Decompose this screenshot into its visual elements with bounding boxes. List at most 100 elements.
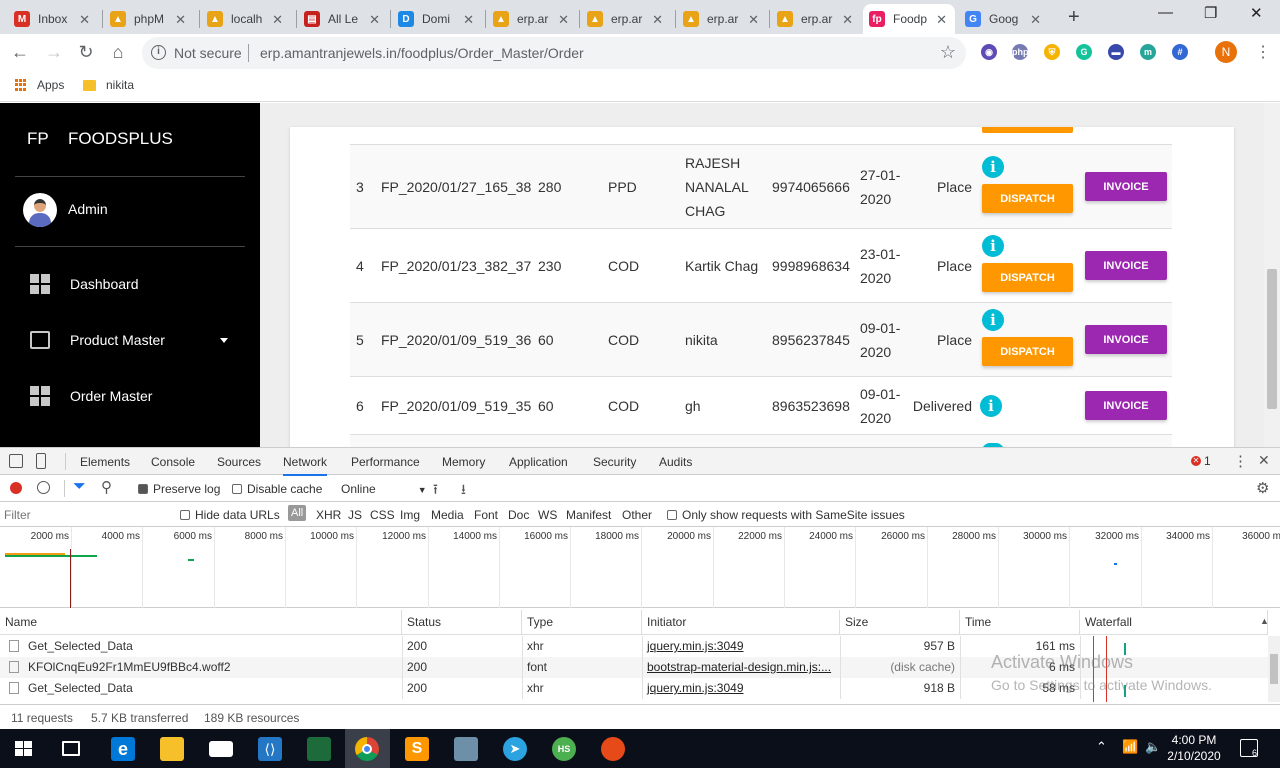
bookmark-apps[interactable]: Apps [15,78,64,92]
m-ext-icon[interactable]: m [1140,44,1156,60]
windows-start-icon[interactable] [15,741,32,757]
chrome-taskbar-active[interactable] [345,729,390,768]
close-tab-icon[interactable]: ✕ [463,12,474,28]
info-icon[interactable]: i [982,235,1004,257]
telegram-icon[interactable]: ➤ [503,737,527,761]
hide-data-urls-checkbox[interactable] [180,510,190,520]
tab-application[interactable]: Application [509,455,568,469]
error-count[interactable]: 1 [1204,454,1211,468]
hide-data-urls-toggle[interactable]: Hide data URLs [180,508,280,522]
reload-icon[interactable]: ↻ [76,42,96,63]
media-ext-icon[interactable]: ▬ [1108,44,1124,60]
notifications-icon[interactable]: 6 [1240,739,1258,758]
error-icon[interactable]: ✕ [1191,456,1201,466]
request-initiator[interactable]: jquery.min.js:3049 [642,678,835,699]
system-clock[interactable]: 4:00 PM 2/10/2020 [1164,732,1224,764]
volume-icon[interactable]: 🔈 [1145,739,1161,755]
column-header-type[interactable]: Type [522,610,642,635]
user-name[interactable]: Admin [68,201,108,217]
column-header-waterfall[interactable]: Waterfall [1080,610,1268,635]
tab-sources[interactable]: Sources [217,455,261,469]
close-tab-icon[interactable]: ✕ [842,12,853,28]
invoice-button[interactable]: INVOICE [1085,391,1167,420]
request-initiator[interactable]: bootstrap-material-design.min.js:... [642,657,835,678]
browser-tab[interactable]: ▲ erp.ar ✕ [581,4,671,34]
home-icon[interactable]: ⌂ [108,42,128,63]
logo-name[interactable]: FOODSPLUS [68,129,173,149]
site-info-icon[interactable]: i [151,45,166,60]
info-icon[interactable]: i [982,156,1004,178]
filter-icon[interactable]: ⏷ [73,478,86,496]
preserve-log-toggle[interactable]: Preserve log [138,482,220,496]
close-tab-icon[interactable]: ✕ [175,12,186,28]
dispatch-button-partial[interactable] [982,127,1073,133]
tab-performance[interactable]: Performance [351,455,420,469]
spreadsheet-icon[interactable] [307,737,331,761]
filter-type-js[interactable]: JS [348,508,362,522]
minimize-button[interactable]: — [1158,4,1173,21]
close-tab-icon[interactable]: ✕ [369,12,380,28]
close-tab-icon[interactable]: ✕ [558,12,569,28]
filter-type-css[interactable]: CSS [370,508,395,522]
filter-type-media[interactable]: Media [431,508,464,522]
scrollbar-thumb[interactable] [1267,269,1277,409]
invoice-button[interactable]: INVOICE [1085,172,1167,201]
profile-avatar[interactable]: N [1215,41,1237,63]
back-icon[interactable]: ← [10,42,30,63]
filter-type-xhr[interactable]: XHR [316,508,341,522]
filter-type-other[interactable]: Other [622,508,652,522]
filter-type-ws[interactable]: WS [538,508,557,522]
column-header-initiator[interactable]: Initiator [642,610,840,635]
browser-tab[interactable]: ▤ All Le ✕ [298,4,388,34]
task-view-icon[interactable] [62,741,80,756]
php-ext-icon[interactable]: php [1012,44,1029,60]
browser-tab[interactable]: ▲ erp.ar ✕ [771,4,861,34]
browser-tab[interactable]: ▲ phpM ✕ [104,4,194,34]
hotspot-icon[interactable]: HS [552,737,576,761]
bookmark-star-icon[interactable]: ☆ [940,42,956,63]
close-window-button[interactable]: ✕ [1250,4,1263,22]
samesite-checkbox[interactable] [667,510,677,520]
info-icon[interactable]: i [982,309,1004,331]
wifi-icon[interactable]: 📶 [1122,739,1138,755]
close-tab-icon[interactable]: ✕ [748,12,759,28]
browser-tab[interactable]: G Goog ✕ [959,4,1049,34]
disable-cache-toggle[interactable]: Disable cache [232,482,322,496]
invoice-button[interactable]: INVOICE [1085,251,1167,280]
edge-icon[interactable]: e [111,737,135,761]
dispatch-button[interactable]: DISPATCH [982,263,1073,292]
page-scrollbar[interactable] [1264,103,1280,447]
table-scrollbar[interactable] [1268,636,1280,702]
tab-elements[interactable]: Elements [80,455,130,469]
close-icon[interactable]: ✕ [1258,452,1270,469]
tab-console[interactable]: Console [151,455,195,469]
grammarly-ext-icon[interactable]: G [1076,44,1092,60]
browser-tab[interactable]: ▲ localh ✕ [201,4,291,34]
url-text[interactable]: erp.amantranjewels.in/foodplus/Order_Mas… [260,45,584,61]
browser-tab[interactable]: ▲ erp.ar ✕ [677,4,767,34]
request-initiator[interactable]: jquery.min.js:3049 [642,636,835,657]
close-tab-icon[interactable]: ✕ [652,12,663,28]
close-tab-icon[interactable]: ✕ [79,12,90,28]
browser-tab[interactable]: D Domi ✕ [392,4,482,34]
chevron-down-icon[interactable] [220,338,228,343]
column-header-name[interactable]: Name [0,610,402,635]
bookmark-folder-nikita[interactable]: nikita [83,78,134,92]
info-icon[interactable]: i [980,395,1002,417]
address-bar[interactable]: i Not secure erp.amantranjewels.in/foodp… [142,37,966,69]
sidebar-item-product-master[interactable]: Product Master [30,328,165,352]
dispatch-button[interactable]: DISPATCH [982,184,1073,213]
devtools-menu-icon[interactable]: ⋮ [1233,452,1248,470]
import-har-icon[interactable]: ⭱ [433,479,438,503]
record-icon[interactable] [10,482,22,494]
filter-type-font[interactable]: Font [474,508,498,522]
device-toolbar-icon[interactable] [36,453,46,469]
filter-input[interactable] [4,505,166,524]
tab-network[interactable]: Network [283,455,328,476]
samesite-toggle[interactable]: Only show requests with SameSite issues [667,508,905,522]
sidebar-item-order-master[interactable]: Order Master [30,384,152,408]
postman-icon[interactable] [601,737,625,761]
logo-mini[interactable]: FP [27,129,49,149]
close-tab-icon[interactable]: ✕ [936,12,947,28]
maximize-button[interactable]: ❐ [1204,4,1217,22]
